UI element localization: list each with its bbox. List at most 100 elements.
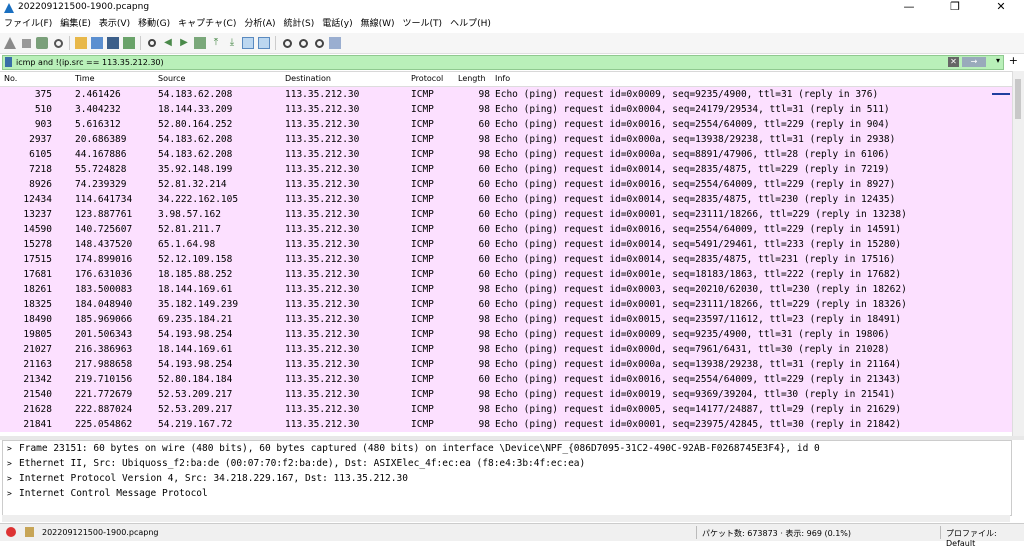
- open-file-icon[interactable]: [75, 37, 87, 49]
- packet-cell-no: 21342: [23, 374, 52, 385]
- resize-columns-icon[interactable]: [329, 37, 341, 49]
- menu-go[interactable]: 移動(G): [134, 16, 174, 32]
- close-button[interactable]: ✕: [978, 0, 1024, 16]
- save-file-icon[interactable]: [91, 37, 103, 49]
- packet-row[interactable]: 8926 74.239329 52.81.32.214 113.35.212.30 IC…: [0, 177, 1012, 192]
- expand-arrow-icon[interactable]: >: [7, 486, 12, 501]
- column-protocol[interactable]: Protocol: [411, 74, 443, 83]
- menu-help[interactable]: ヘルプ(H): [446, 16, 495, 32]
- menu-wireless[interactable]: 無線(W): [357, 16, 399, 32]
- packet-cell-no: 21540: [23, 389, 52, 400]
- packet-row[interactable]: 21163 217.988658 54.193.98.254 113.35.212.3…: [0, 357, 1012, 372]
- detail-icmp[interactable]: > Internet Control Message Protocol: [3, 486, 1011, 501]
- column-source[interactable]: Source: [158, 74, 185, 83]
- go-forward-icon[interactable]: ▶: [178, 37, 190, 49]
- maximize-button[interactable]: ❐: [932, 0, 978, 16]
- packet-row[interactable]: 21540 221.772679 52.53.209.217 113.35.212.3…: [0, 387, 1012, 402]
- packet-cell-src: 54.219.167.72: [158, 419, 233, 430]
- stop-capture-icon[interactable]: [20, 37, 32, 49]
- detail-frame[interactable]: > Frame 23151: 60 bytes on wire (480 bits…: [3, 441, 1011, 456]
- packet-row[interactable]: 7218 55.724828 35.92.148.199 113.35.212.30 I…: [0, 162, 1012, 177]
- packet-row[interactable]: 18490 185.969066 69.235.184.21 113.35.212.3…: [0, 312, 1012, 327]
- add-filter-button[interactable]: +: [1009, 54, 1018, 67]
- zoom-out-icon[interactable]: [297, 37, 309, 49]
- go-first-icon[interactable]: ⤒: [210, 37, 222, 49]
- packet-row[interactable]: 18261 183.500083 18.144.169.61 113.35.212.3…: [0, 282, 1012, 297]
- packet-row[interactable]: 375 2.461426 54.183.62.208 113.35.212.30 ICM…: [0, 87, 1012, 102]
- expert-info-icon[interactable]: [6, 527, 16, 537]
- display-filter-input[interactable]: [16, 56, 916, 69]
- column-destination[interactable]: Destination: [285, 74, 331, 83]
- packet-cell-time: 55.724828: [75, 164, 127, 175]
- reload-file-icon[interactable]: [123, 37, 135, 49]
- packet-row[interactable]: 19805 201.506343 54.193.98.254 113.35.212.3…: [0, 327, 1012, 342]
- apply-filter-button[interactable]: →: [962, 57, 986, 67]
- capture-options-icon[interactable]: [52, 37, 64, 49]
- packet-cell-no: 2937: [29, 134, 52, 145]
- packet-row[interactable]: 2937 20.686389 54.183.62.208 113.35.212.30 I…: [0, 132, 1012, 147]
- menu-capture[interactable]: キャプチャ(C): [174, 16, 240, 32]
- status-profile[interactable]: プロファイル: Default: [946, 528, 1024, 548]
- go-back-icon[interactable]: ◀: [162, 37, 174, 49]
- restart-capture-icon[interactable]: [36, 37, 48, 49]
- expand-arrow-icon[interactable]: >: [7, 456, 12, 471]
- packet-cell-time: 140.725607: [75, 224, 133, 235]
- scrollbar-thumb[interactable]: [1015, 79, 1021, 119]
- packet-cell-info: Echo (ping) request id=0x0004, seq=24179…: [495, 104, 890, 115]
- bookmark-icon[interactable]: [5, 57, 12, 67]
- colorize-icon[interactable]: [258, 37, 270, 49]
- packet-row[interactable]: 13237 123.887761 3.98.57.162 113.35.212.30 I…: [0, 207, 1012, 222]
- menu-analyze[interactable]: 分析(A): [240, 16, 279, 32]
- packet-row[interactable]: 6105 44.167886 54.183.62.208 113.35.212.30 I…: [0, 147, 1012, 162]
- packet-row[interactable]: 17681 176.631036 18.185.88.252 113.35.212.3…: [0, 267, 1012, 282]
- packet-row[interactable]: 21027 216.386963 18.144.169.61 113.35.212.3…: [0, 342, 1012, 357]
- packet-cell-time: 44.167886: [75, 149, 127, 160]
- packet-row[interactable]: 21628 222.887024 52.53.209.217 113.35.212.3…: [0, 402, 1012, 417]
- find-packet-icon[interactable]: [146, 37, 158, 49]
- column-time[interactable]: Time: [75, 74, 95, 83]
- packet-row[interactable]: 14590 140.725607 52.81.211.7 113.35.212.30 I…: [0, 222, 1012, 237]
- close-file-icon[interactable]: [107, 37, 119, 49]
- packet-row[interactable]: 15278 148.437520 65.1.64.98 113.35.212.30 IC…: [0, 237, 1012, 252]
- normal-size-icon[interactable]: [313, 37, 325, 49]
- packet-cell-dst: 113.35.212.30: [285, 104, 360, 115]
- auto-scroll-icon[interactable]: [242, 37, 254, 49]
- packet-cell-time: 20.686389: [75, 134, 127, 145]
- zoom-in-icon[interactable]: [281, 37, 293, 49]
- packet-row[interactable]: 12434 114.641734 34.222.162.105 113.35.212.…: [0, 192, 1012, 207]
- packet-row[interactable]: 903 5.616312 52.80.164.252 113.35.212.30 ICM…: [0, 117, 1012, 132]
- details-horizontal-scrollbar[interactable]: [2, 515, 1010, 522]
- expand-arrow-icon[interactable]: >: [7, 441, 12, 456]
- detail-ipv4[interactable]: > Internet Protocol Version 4, Src: 34.21…: [3, 471, 1011, 486]
- go-to-packet-icon[interactable]: [194, 37, 206, 49]
- packet-cell-time: 222.887024: [75, 404, 133, 415]
- clear-filter-button[interactable]: ✕: [948, 57, 959, 67]
- packet-list-scrollbar[interactable]: [1012, 71, 1024, 436]
- packet-cell-no: 510: [34, 104, 52, 115]
- packet-cell-no: 18325: [23, 299, 52, 310]
- packet-row[interactable]: 510 3.404232 18.144.33.209 113.35.212.30 ICM…: [0, 102, 1012, 117]
- packet-row[interactable]: 17515 174.899016 52.12.109.158 113.35.212.3…: [0, 252, 1012, 267]
- column-length[interactable]: Length: [458, 74, 486, 83]
- column-no[interactable]: No.: [4, 74, 17, 83]
- packet-row[interactable]: 18325 184.048940 35.182.149.239 113.35.212.…: [0, 297, 1012, 312]
- column-info[interactable]: Info: [495, 74, 510, 83]
- start-capture-icon[interactable]: [4, 37, 16, 49]
- packet-cell-dst: 113.35.212.30: [285, 344, 360, 355]
- expand-arrow-icon[interactable]: >: [7, 471, 12, 486]
- title-bar: 202209121500-1900.pcapng — ❐ ✕: [0, 0, 1024, 16]
- minimize-button[interactable]: —: [886, 0, 932, 16]
- detail-ethernet[interactable]: > Ethernet II, Src: Ubiquoss_f2:ba:de (00…: [3, 456, 1011, 471]
- capture-comment-icon[interactable]: [25, 527, 34, 537]
- packet-row[interactable]: 21342 219.710156 52.80.184.184 113.35.212.3…: [0, 372, 1012, 387]
- filter-history-dropdown[interactable]: ▾: [996, 56, 1000, 65]
- menu-statistics[interactable]: 統計(S): [280, 16, 319, 32]
- packet-cell-proto: ICMP: [411, 254, 434, 265]
- menu-telephony[interactable]: 電話(y): [318, 16, 356, 32]
- go-last-icon[interactable]: ⤓: [226, 37, 238, 49]
- menu-file[interactable]: ファイル(F): [0, 16, 56, 32]
- packet-row[interactable]: 21841 225.054862 54.219.167.72 113.35.212.3…: [0, 417, 1012, 432]
- menu-tools[interactable]: ツール(T): [399, 16, 447, 32]
- menu-edit[interactable]: 編集(E): [56, 16, 95, 32]
- menu-view[interactable]: 表示(V): [95, 16, 134, 32]
